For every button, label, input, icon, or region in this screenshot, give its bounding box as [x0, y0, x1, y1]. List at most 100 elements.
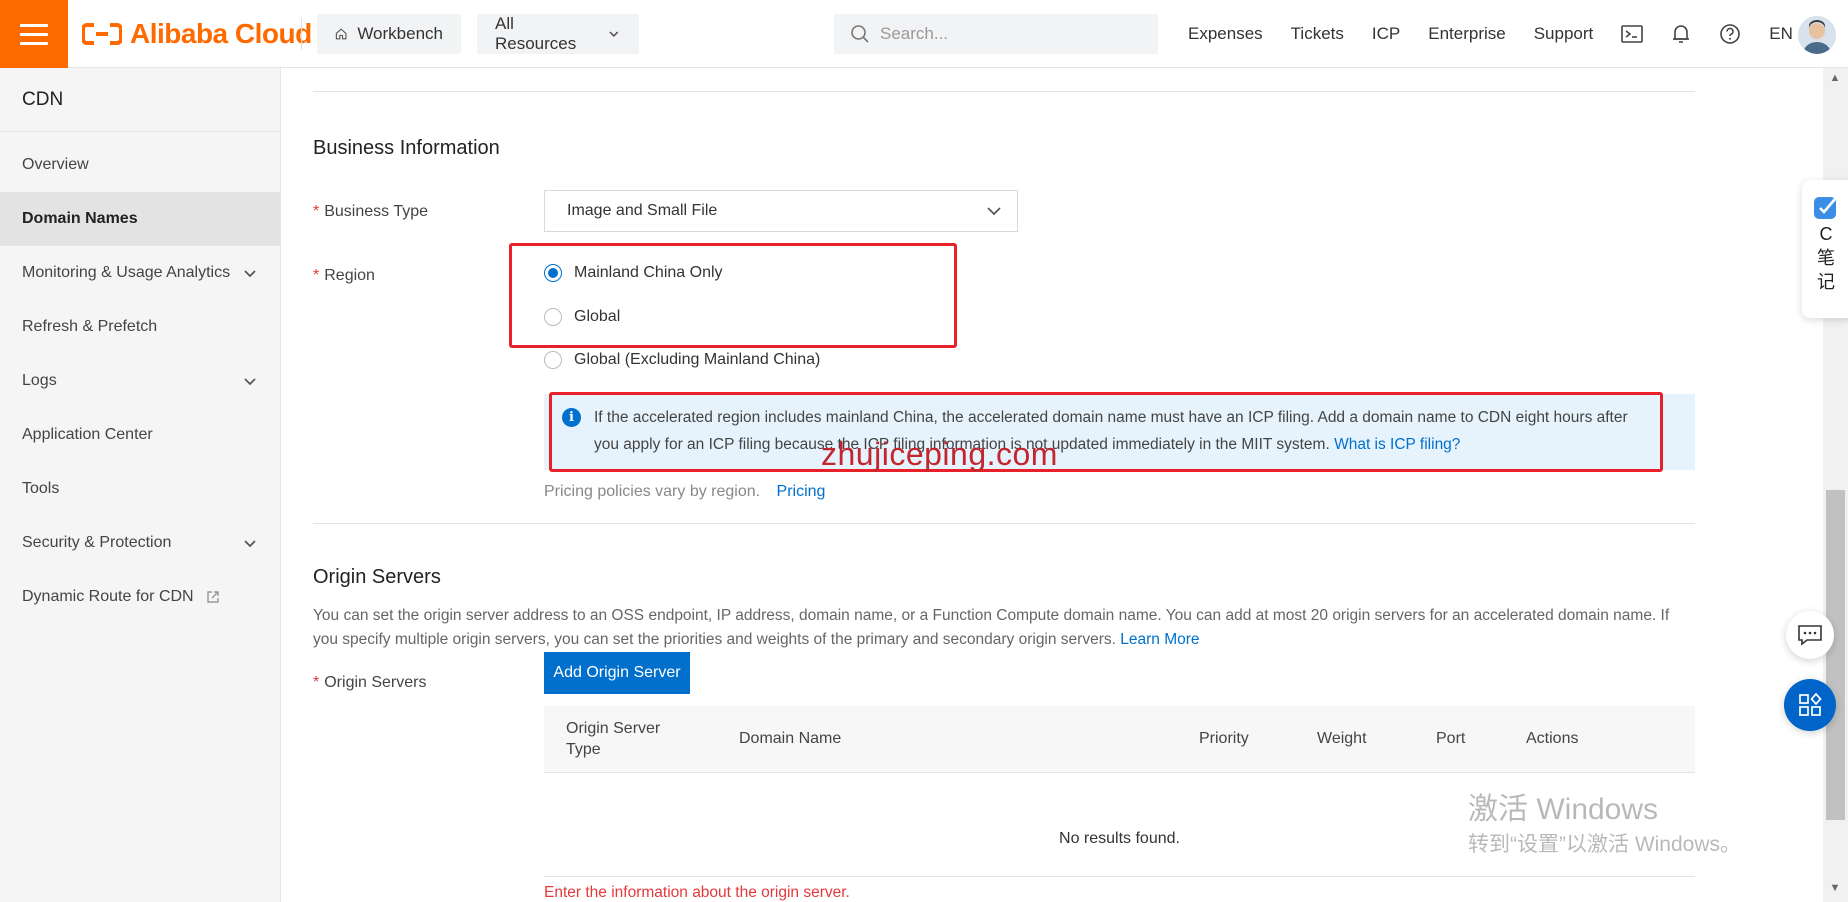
pricing-row: Pricing policies vary by region. Pricing [544, 483, 825, 501]
divider [313, 523, 1695, 524]
sidebar-item-label: Domain Names [22, 210, 138, 227]
chevron-down-icon [244, 270, 256, 278]
hamburger-menu-button[interactable] [0, 0, 68, 68]
radio-unselected[interactable] [544, 351, 562, 369]
column-origin-server-type: Origin Server Type [566, 720, 661, 758]
site-watermark: zhujiceping.com [821, 436, 1058, 472]
origin-servers-label: * Origin Servers [313, 674, 426, 692]
tickets-link[interactable]: Tickets [1291, 24, 1344, 44]
sidebar-item-overview[interactable]: Overview [0, 138, 280, 192]
sidebar-item-label: Monitoring & Usage Analytics [22, 264, 231, 281]
origin-description-text: You can set the origin server address to… [313, 607, 1670, 648]
sidebar-item-security-protection[interactable]: Security & Protection [0, 516, 280, 570]
help-icon[interactable] [1719, 23, 1741, 45]
sidebar-title: CDN [0, 68, 280, 132]
column-domain-name: Domain Name [739, 730, 842, 747]
sidebar-item-dynamic-route[interactable]: Dynamic Route for CDN [0, 570, 280, 624]
region-option-global-excluding-mainland[interactable]: Global (Excluding Mainland China) [544, 351, 820, 369]
column-port: Port [1436, 730, 1466, 747]
all-resources-label: All Resources [495, 14, 577, 53]
search-placeholder: Search... [880, 24, 949, 43]
add-origin-server-button[interactable]: Add Origin Server [544, 652, 690, 694]
windows-activation-subtitle: 转到“设置”以激活 Windows。 [1468, 833, 1742, 856]
menu-line-icon [20, 41, 48, 45]
scroll-down-arrow-icon[interactable]: ▼ [1828, 882, 1842, 894]
support-link[interactable]: Support [1534, 24, 1594, 44]
terminal-icon[interactable] [1621, 24, 1644, 44]
divider [544, 876, 1695, 877]
external-link-icon [206, 591, 219, 603]
required-asterisk: * [313, 674, 320, 691]
top-links: Expenses Tickets ICP Enterprise Support … [1188, 0, 1821, 68]
sidebar: CDN Overview Domain Names Monitoring & U… [0, 68, 281, 902]
column-priority: Priority [1199, 730, 1249, 747]
sidebar-item-label: Security & Protection [22, 534, 172, 551]
chevron-down-icon [987, 207, 1001, 216]
sidebar-item-label: Logs [22, 372, 57, 389]
sidebar-item-domain-names[interactable]: Domain Names [0, 192, 280, 246]
brand-name: Alibaba Cloud [130, 18, 312, 49]
enterprise-link[interactable]: Enterprise [1428, 24, 1505, 44]
scroll-up-arrow-icon[interactable]: ▲ [1828, 72, 1842, 84]
origin-servers-label-text: Origin Servers [324, 674, 427, 691]
highlight-box-icp [549, 392, 1663, 472]
search-input[interactable]: Search... [834, 14, 1158, 54]
top-navigation-bar: Alibaba Cloud Workbench All Resources Se… [0, 0, 1848, 68]
sidebar-item-monitoring[interactable]: Monitoring & Usage Analytics [0, 246, 280, 300]
sidebar-item-refresh-prefetch[interactable]: Refresh & Prefetch [0, 300, 280, 354]
note-widget-c: C [1819, 224, 1833, 244]
app-grid-button[interactable] [1784, 679, 1836, 731]
business-type-label-text: Business Type [324, 203, 428, 220]
menu-line-icon [20, 23, 48, 27]
divider [313, 91, 1695, 92]
main-content: Business Information * Business Type Imag… [281, 68, 1823, 902]
pricing-link[interactable]: Pricing [777, 483, 826, 500]
feedback-button[interactable] [1786, 611, 1834, 659]
business-information-title: Business Information [313, 137, 500, 159]
chat-icon [1798, 625, 1822, 646]
scrollbar-thumb[interactable] [1826, 490, 1845, 820]
sidebar-item-logs[interactable]: Logs [0, 354, 280, 408]
origin-servers-description: You can set the origin server address to… [313, 604, 1695, 652]
required-asterisk: * [313, 203, 320, 220]
chevron-down-icon [609, 31, 619, 38]
sidebar-item-tools[interactable]: Tools [0, 462, 280, 516]
menu-line-icon [20, 32, 48, 36]
workbench-label: Workbench [357, 24, 443, 43]
chevron-down-icon [244, 540, 256, 548]
home-icon [335, 28, 347, 40]
windows-activation-title: 激活 Windows [1468, 793, 1659, 826]
note-widget[interactable]: C 笔 记 [1802, 180, 1848, 318]
note-app-icon [1814, 197, 1836, 219]
alibaba-cloud-logo[interactable]: Alibaba Cloud [82, 18, 312, 50]
region-label-text: Region [324, 267, 375, 284]
region-option-label: Global (Excluding Mainland China) [574, 351, 821, 368]
app-grid-icon [1799, 692, 1822, 716]
region-label: * Region [313, 267, 375, 285]
required-asterisk: * [313, 267, 320, 284]
column-weight: Weight [1317, 730, 1367, 747]
expenses-link[interactable]: Expenses [1188, 24, 1263, 44]
language-switch[interactable]: EN [1769, 24, 1793, 44]
bell-icon[interactable] [1671, 23, 1691, 45]
sidebar-item-application-center[interactable]: Application Center [0, 408, 280, 462]
learn-more-link[interactable]: Learn More [1120, 631, 1199, 648]
origin-servers-table-header: Origin Server Type Domain Name Priority … [544, 706, 1695, 772]
avatar[interactable] [1798, 16, 1836, 54]
pricing-note: Pricing policies vary by region. [544, 483, 761, 500]
all-resources-dropdown[interactable]: All Resources [477, 14, 639, 54]
sidebar-item-label: Application Center [22, 426, 153, 443]
workbench-button[interactable]: Workbench [317, 14, 461, 54]
column-actions: Actions [1526, 730, 1579, 747]
icp-link[interactable]: ICP [1372, 24, 1400, 44]
search-icon [851, 25, 869, 43]
origin-server-error: Enter the information about the origin s… [544, 884, 850, 901]
business-type-select[interactable]: Image and Small File [544, 190, 1018, 232]
sidebar-item-label: Refresh & Prefetch [22, 318, 158, 335]
sidebar-item-label: Dynamic Route for CDN [22, 588, 194, 605]
business-type-value: Image and Small File [567, 202, 718, 219]
business-type-label: * Business Type [313, 203, 428, 221]
note-widget-line1: 笔 [1817, 248, 1835, 268]
origin-servers-title: Origin Servers [313, 566, 441, 588]
divider [544, 772, 1695, 773]
